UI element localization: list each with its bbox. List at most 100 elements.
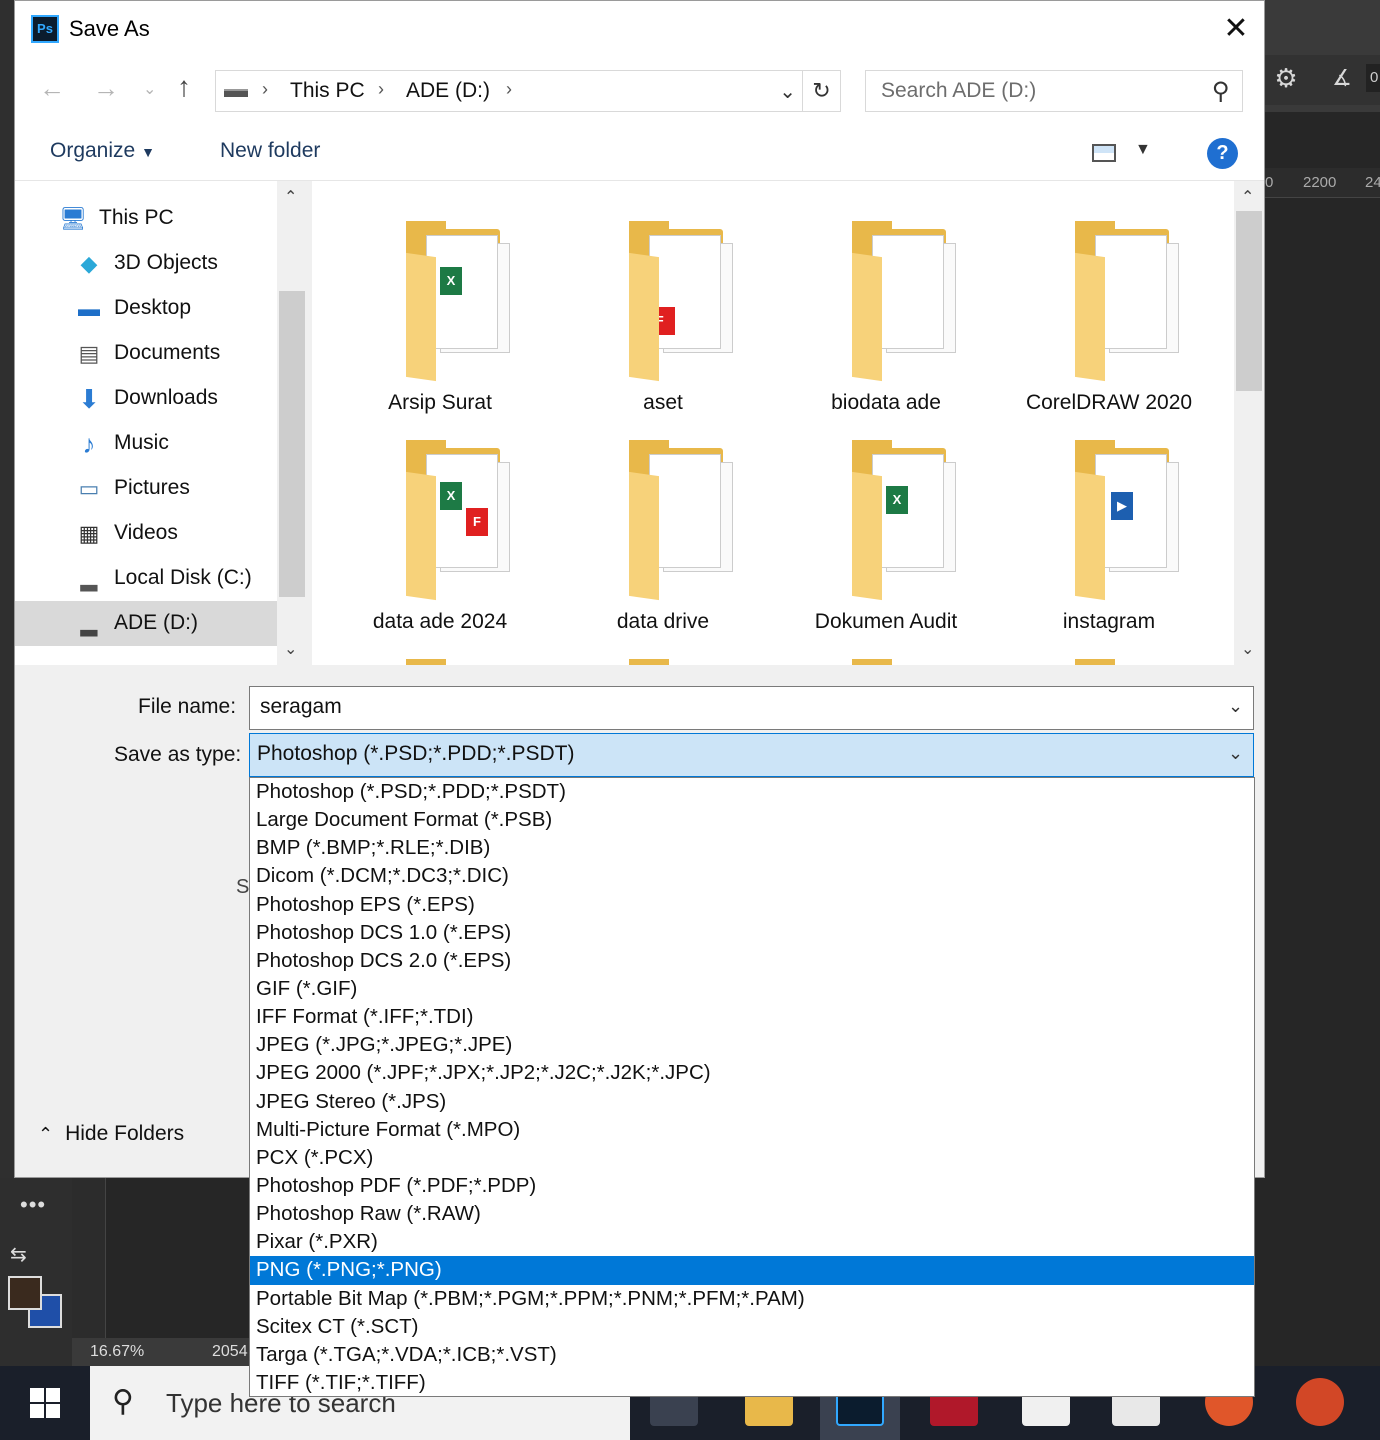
folder-item[interactable]: data drive [563,414,763,634]
dropdown-option[interactable]: Scitex CT (*.SCT) [250,1313,1254,1341]
zoom-level[interactable]: 16.67% [90,1338,144,1366]
dropdown-option[interactable]: Dicom (*.DCM;*.DC3;*.DIC) [250,862,1254,890]
scroll-down-icon[interactable]: ⌄ [1241,639,1254,659]
dropdown-option[interactable]: PNG (*.PNG;*.PNG) [250,1256,1254,1285]
change-view-icon[interactable] [1092,144,1116,162]
dropdown-option[interactable]: Photoshop (*.PSD;*.PDD;*.PSDT) [250,778,1254,806]
chevron-down-icon[interactable]: ⌄ [1228,696,1243,717]
breadcrumb-ade-d[interactable]: ADE (D:) [406,79,490,103]
dropdown-option[interactable]: JPEG (*.JPG;*.JPEG;*.JPE) [250,1031,1254,1059]
dropdown-option[interactable]: Targa (*.TGA;*.VDA;*.ICB;*.VST) [250,1341,1254,1369]
sidebar-item-documents[interactable]: ▤ Documents [15,331,277,376]
close-icon[interactable]: ✕ [1208,1,1264,57]
sidebar-item-pictures[interactable]: ▭ Pictures [15,466,277,511]
hide-folders-label: Hide Folders [65,1122,185,1145]
dropdown-option[interactable]: BMP (*.BMP;*.RLE;*.DIB) [250,834,1254,862]
photoshop-app-icon: Ps [31,15,59,43]
navigation-pane-scrollbar[interactable]: ⌃ ⌄ [277,181,307,665]
recent-locations-chevron-icon[interactable]: ⌄ [143,79,156,99]
chevron-right-icon[interactable]: › [506,79,512,100]
dropdown-option[interactable]: Large Document Format (*.PSB) [250,806,1254,834]
start-button[interactable] [0,1366,90,1440]
swap-colors-icon[interactable]: ⇆ [10,1242,27,1267]
dropdown-option[interactable]: PCX (*.PCX) [250,1144,1254,1172]
vertical-ruler [72,1178,106,1338]
search-input[interactable]: Search ADE (D:) ⚲ [865,70,1243,112]
sidebar-item-ade-d[interactable]: ▂ ADE (D:) [15,601,277,646]
dropdown-option[interactable]: JPEG Stereo (*.JPS) [250,1088,1254,1116]
photoshop-status-bar: 16.67% 2054 [72,1338,252,1366]
forward-arrow-icon[interactable]: → [93,73,119,104]
sidebar-item-label: Pictures [114,476,190,499]
address-bar[interactable]: › This PC › ADE (D:) › ⌄ [215,70,803,112]
ruler-label: 2200 [1303,174,1337,191]
up-arrow-icon[interactable]: ↑ [177,71,191,103]
organize-button[interactable]: Organize ▼ [50,139,155,163]
caret-down-icon[interactable]: ▼ [1135,141,1151,159]
chevron-down-icon[interactable]: ⌄ [779,79,796,104]
dropdown-option[interactable]: JPEG 2000 (*.JPF;*.JPX;*.JP2;*.J2C;*.J2K… [250,1059,1254,1087]
sidebar-item-label: Local Disk (C:) [114,566,252,589]
photoshop-angle-field[interactable]: 0 [1366,64,1380,92]
breadcrumb-this-pc[interactable]: This PC [290,79,365,103]
command-bar: Organize ▼ New folder ▼ ? [15,125,1264,181]
sidebar-item-local-disk-c[interactable]: ▂ Local Disk (C:) [15,556,277,601]
folder-item[interactable] [1009,633,1209,665]
sidebar-item-downloads[interactable]: ⬇ Downloads [15,376,277,421]
refresh-icon[interactable]: ↻ [803,70,841,112]
gear-icon[interactable]: ⚙ [1272,64,1300,92]
dropdown-option[interactable]: Pixar (*.PXR) [250,1228,1254,1256]
sidebar-item-label: Documents [114,341,221,364]
dropdown-option[interactable]: Photoshop Raw (*.RAW) [250,1200,1254,1228]
save-as-type-select[interactable]: Photoshop (*.PSD;*.PDD;*.PSDT) [249,733,1254,777]
help-icon[interactable]: ? [1207,138,1238,169]
folder-item[interactable]: DF aset [563,195,763,415]
sidebar-item-videos[interactable]: ▦ Videos [15,511,277,556]
drive-icon: ▂ [80,566,98,591]
file-name-input[interactable]: seragam [249,686,1254,730]
folder-icon [852,252,882,382]
scrollbar-thumb[interactable] [1236,211,1262,391]
folder-item[interactable]: X F data ade 2024 [340,414,540,634]
folder-item[interactable]: X Arsip Surat [340,195,540,415]
picture-icon: ▭ [78,476,100,501]
scrollbar-thumb[interactable] [279,291,305,597]
new-folder-button[interactable]: New folder [220,139,320,163]
folder-item[interactable]: ▶ instagram [1009,414,1209,634]
sidebar-item-label: Desktop [114,296,192,319]
chevron-right-icon[interactable]: › [378,79,384,100]
scroll-up-icon[interactable]: ⌃ [1241,187,1254,207]
dropdown-option[interactable]: Photoshop EPS (*.EPS) [250,891,1254,919]
folder-item[interactable] [563,633,763,665]
hide-folders-button[interactable]: ⌃ Hide Folders [38,1122,184,1146]
file-list-scrollbar[interactable]: ⌃ ⌄ [1234,181,1264,665]
more-tools-icon[interactable]: ••• [20,1194,46,1216]
dropdown-option[interactable]: Portable Bit Map (*.PBM;*.PGM;*.PPM;*.PN… [250,1285,1254,1313]
document-icon: ▤ [78,341,100,366]
sidebar-item-music[interactable]: ♪ Music [15,421,277,466]
foreground-color-swatch[interactable] [8,1276,42,1310]
sidebar-item-3d-objects[interactable]: ◆ 3D Objects [15,241,277,286]
folder-item[interactable] [340,633,540,665]
powerpoint-icon[interactable] [1296,1378,1344,1426]
scroll-down-icon[interactable]: ⌄ [284,639,297,659]
dropdown-option[interactable]: Photoshop DCS 1.0 (*.EPS) [250,919,1254,947]
folder-item[interactable]: biodata ade [786,195,986,415]
title-bar: Ps Save As ✕ [15,1,1264,57]
dropdown-option[interactable]: GIF (*.GIF) [250,975,1254,1003]
scroll-up-icon[interactable]: ⌃ [284,187,297,207]
folder-item[interactable] [786,633,986,665]
folder-item[interactable]: CorelDRAW 2020 [1009,195,1209,415]
dropdown-option[interactable]: IFF Format (*.IFF;*.TDI) [250,1003,1254,1031]
dropdown-option[interactable]: Photoshop DCS 2.0 (*.EPS) [250,947,1254,975]
sidebar-item-this-pc[interactable]: 🖥 This PC [15,196,277,241]
folder-item[interactable]: X Dokumen Audit [786,414,986,634]
chevron-right-icon[interactable]: › [262,79,268,100]
chevron-down-icon[interactable]: ⌄ [1228,743,1243,764]
dropdown-option[interactable]: Photoshop PDF (*.PDF;*.PDP) [250,1172,1254,1200]
dropdown-option[interactable]: TIFF (*.TIF;*.TIFF) [250,1369,1254,1397]
angle-icon[interactable]: ∡ [1328,64,1356,92]
back-arrow-icon[interactable]: ← [39,73,65,104]
dropdown-option[interactable]: Multi-Picture Format (*.MPO) [250,1116,1254,1144]
sidebar-item-desktop[interactable]: ▬ Desktop [15,286,277,331]
